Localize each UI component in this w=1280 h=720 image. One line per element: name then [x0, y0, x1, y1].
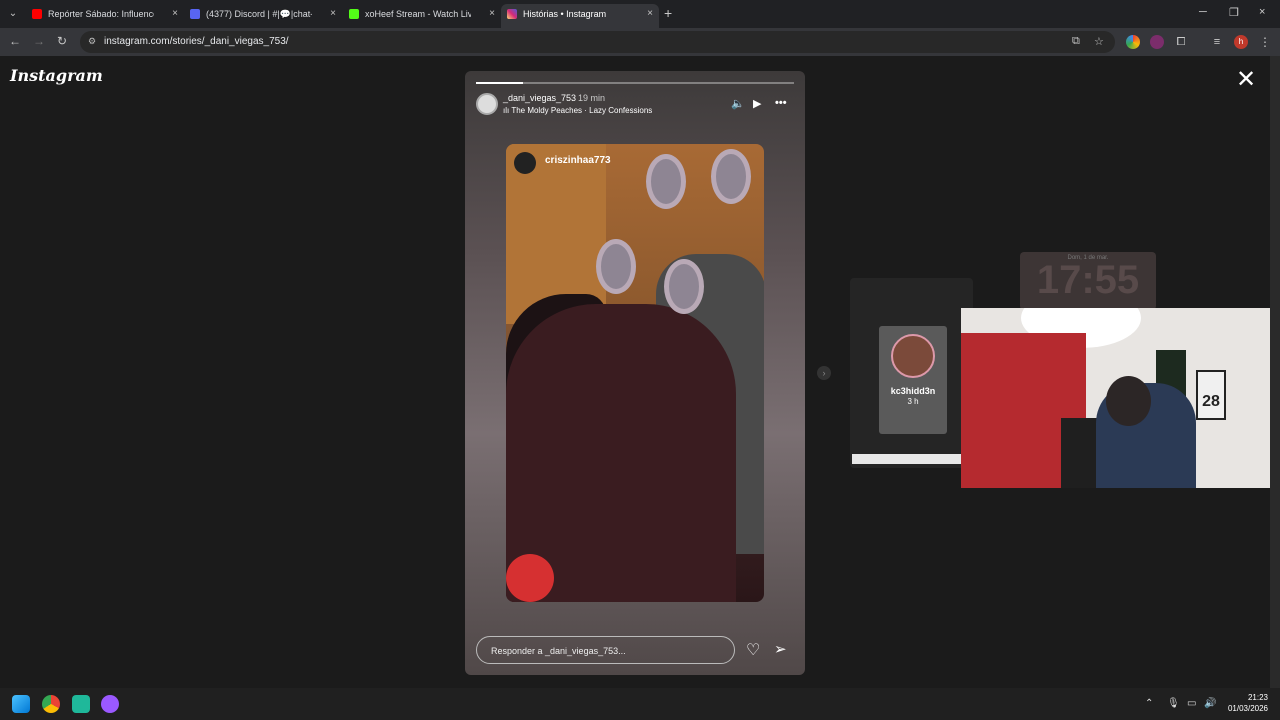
- extension-icon[interactable]: [1150, 35, 1164, 49]
- tab-title: Histórias • Instagram: [523, 9, 607, 19]
- progress-segment: [476, 82, 523, 84]
- music-title: The Moldy Peaches · Lazy Confessions: [511, 106, 653, 115]
- story-time: 19 min: [578, 93, 606, 103]
- red-cup: [506, 554, 554, 602]
- profile-avatar[interactable]: h: [1234, 35, 1248, 49]
- tab-title: (4377) Discord | #|💬|chat-gen: [206, 9, 312, 19]
- story-username[interactable]: _dani_viegas_753: [503, 93, 576, 103]
- send-icon[interactable]: ➢: [774, 640, 787, 658]
- side-story-username: kc3hidd3n: [890, 386, 936, 396]
- later-story-preview[interactable]: Dom, 1 de mar. 17:55: [1020, 252, 1156, 310]
- close-story-icon[interactable]: ✕: [1236, 68, 1256, 92]
- close-icon[interactable]: ×: [172, 4, 178, 24]
- side-avatar: [891, 334, 935, 378]
- tab-discord[interactable]: (4377) Discord | #|💬|chat-gen ×: [184, 4, 342, 28]
- reply-placeholder: Responder a _dani_viegas_753...: [491, 646, 626, 656]
- discord-icon: [190, 9, 200, 19]
- taskbar-date[interactable]: 01/03/2026: [1222, 704, 1268, 713]
- close-icon[interactable]: ×: [489, 4, 495, 24]
- tab-kick[interactable]: xoHeef Stream - Watch Live on ×: [343, 4, 501, 28]
- tab-instagram[interactable]: Histórias • Instagram ×: [501, 4, 659, 28]
- chrome-icon[interactable]: [42, 695, 60, 713]
- browser-toolbar: ← → ↻ ⚙ instagram.com/stories/_dani_vieg…: [0, 28, 1280, 56]
- app-icon[interactable]: [72, 695, 90, 713]
- next-story-preview[interactable]: kc3hidd3n 3 h: [850, 278, 973, 468]
- tab-title: xoHeef Stream - Watch Live on: [365, 9, 471, 19]
- kick-icon: [349, 9, 359, 19]
- close-icon[interactable]: ×: [330, 4, 336, 24]
- streamer-head: [1106, 376, 1151, 426]
- tab-youtube[interactable]: Repórter Sábado: Influencers p ×: [26, 4, 184, 28]
- maximize-icon[interactable]: ❐: [1229, 6, 1239, 19]
- heart-icon[interactable]: ♡: [746, 640, 760, 660]
- lockscreen-clock: 17:55: [1036, 258, 1140, 302]
- taskbar-time[interactable]: 21:23: [1230, 693, 1268, 702]
- taskbar: ⌃ 🎙 ▭ 🔊 21:23 01/03/2026: [0, 688, 1280, 720]
- minimize-icon[interactable]: ─: [1199, 6, 1207, 18]
- story-media: criszinhaa773: [506, 144, 764, 602]
- site-info-icon[interactable]: ⚙: [88, 36, 96, 47]
- side-caption: [852, 454, 962, 464]
- microphone-icon[interactable]: 🎙: [1167, 698, 1180, 709]
- tab-search-icon[interactable]: ⌄: [4, 5, 22, 23]
- tab-title: Repórter Sábado: Influencers p: [48, 9, 154, 19]
- embedded-username: criszinhaa773: [545, 155, 611, 166]
- spotify-icon[interactable]: [101, 695, 119, 713]
- forward-icon[interactable]: →: [33, 34, 45, 48]
- webcam-overlay: 28: [961, 308, 1280, 488]
- mouse-ear-filter: [664, 259, 704, 314]
- story-progress-bar: [476, 82, 794, 84]
- new-tab-button[interactable]: +: [664, 5, 672, 21]
- scrollbar[interactable]: [1270, 56, 1280, 688]
- gaming-chair: [1061, 418, 1101, 488]
- reload-icon[interactable]: ↻: [57, 34, 67, 48]
- puzzle-icon[interactable]: ⧠: [1174, 35, 1188, 49]
- volume-tray-icon[interactable]: 🔊: [1204, 698, 1216, 709]
- youtube-icon: [32, 9, 42, 19]
- url-text: instagram.com/stories/_dani_viegas_753/: [104, 36, 289, 47]
- window-close-icon[interactable]: ×: [1259, 6, 1265, 18]
- media-icon[interactable]: ≡: [1210, 35, 1224, 49]
- back-icon[interactable]: ←: [9, 34, 21, 48]
- volume-icon[interactable]: 🔈: [731, 97, 745, 110]
- address-bar[interactable]: ⚙ instagram.com/stories/_dani_viegas_753…: [80, 31, 1115, 53]
- side-story-card: kc3hidd3n 3 h: [879, 326, 947, 434]
- side-story-time: 3 h: [907, 397, 919, 406]
- story-viewer: Instagram ✕ _dani_viegas_753 19 min ılı …: [0, 56, 1280, 688]
- story-music[interactable]: ılı The Moldy Peaches · Lazy Confessions: [503, 106, 652, 115]
- embedded-avatar: [514, 152, 536, 174]
- next-story-icon[interactable]: ›: [817, 366, 831, 380]
- menu-icon[interactable]: ⋮: [1258, 35, 1272, 49]
- mouse-ear-filter: [596, 239, 636, 294]
- instagram-icon: [507, 9, 517, 19]
- story-card[interactable]: _dani_viegas_753 19 min ılı The Moldy Pe…: [465, 71, 805, 675]
- reply-input[interactable]: Responder a _dani_viegas_753...: [476, 636, 735, 664]
- mouse-ear-filter: [646, 154, 686, 209]
- bookmark-star-icon[interactable]: ☆: [1094, 35, 1104, 48]
- instagram-logo[interactable]: Instagram: [10, 66, 103, 85]
- play-icon[interactable]: ▶: [753, 97, 761, 110]
- close-icon[interactable]: ×: [647, 4, 653, 24]
- extension-icon[interactable]: [1126, 35, 1140, 49]
- mouse-ear-filter: [711, 149, 751, 204]
- network-icon[interactable]: ▭: [1187, 698, 1196, 709]
- tab-strip: ⌄ Repórter Sábado: Influencers p × (4377…: [0, 0, 1280, 28]
- install-app-icon[interactable]: ⧉: [1072, 35, 1080, 48]
- windows-start-icon[interactable]: [12, 695, 30, 713]
- more-icon[interactable]: •••: [775, 97, 787, 109]
- tray-chevron-icon[interactable]: ⌃: [1145, 698, 1153, 709]
- avatar[interactable]: [476, 93, 498, 115]
- jersey-frame: 28: [1196, 370, 1226, 420]
